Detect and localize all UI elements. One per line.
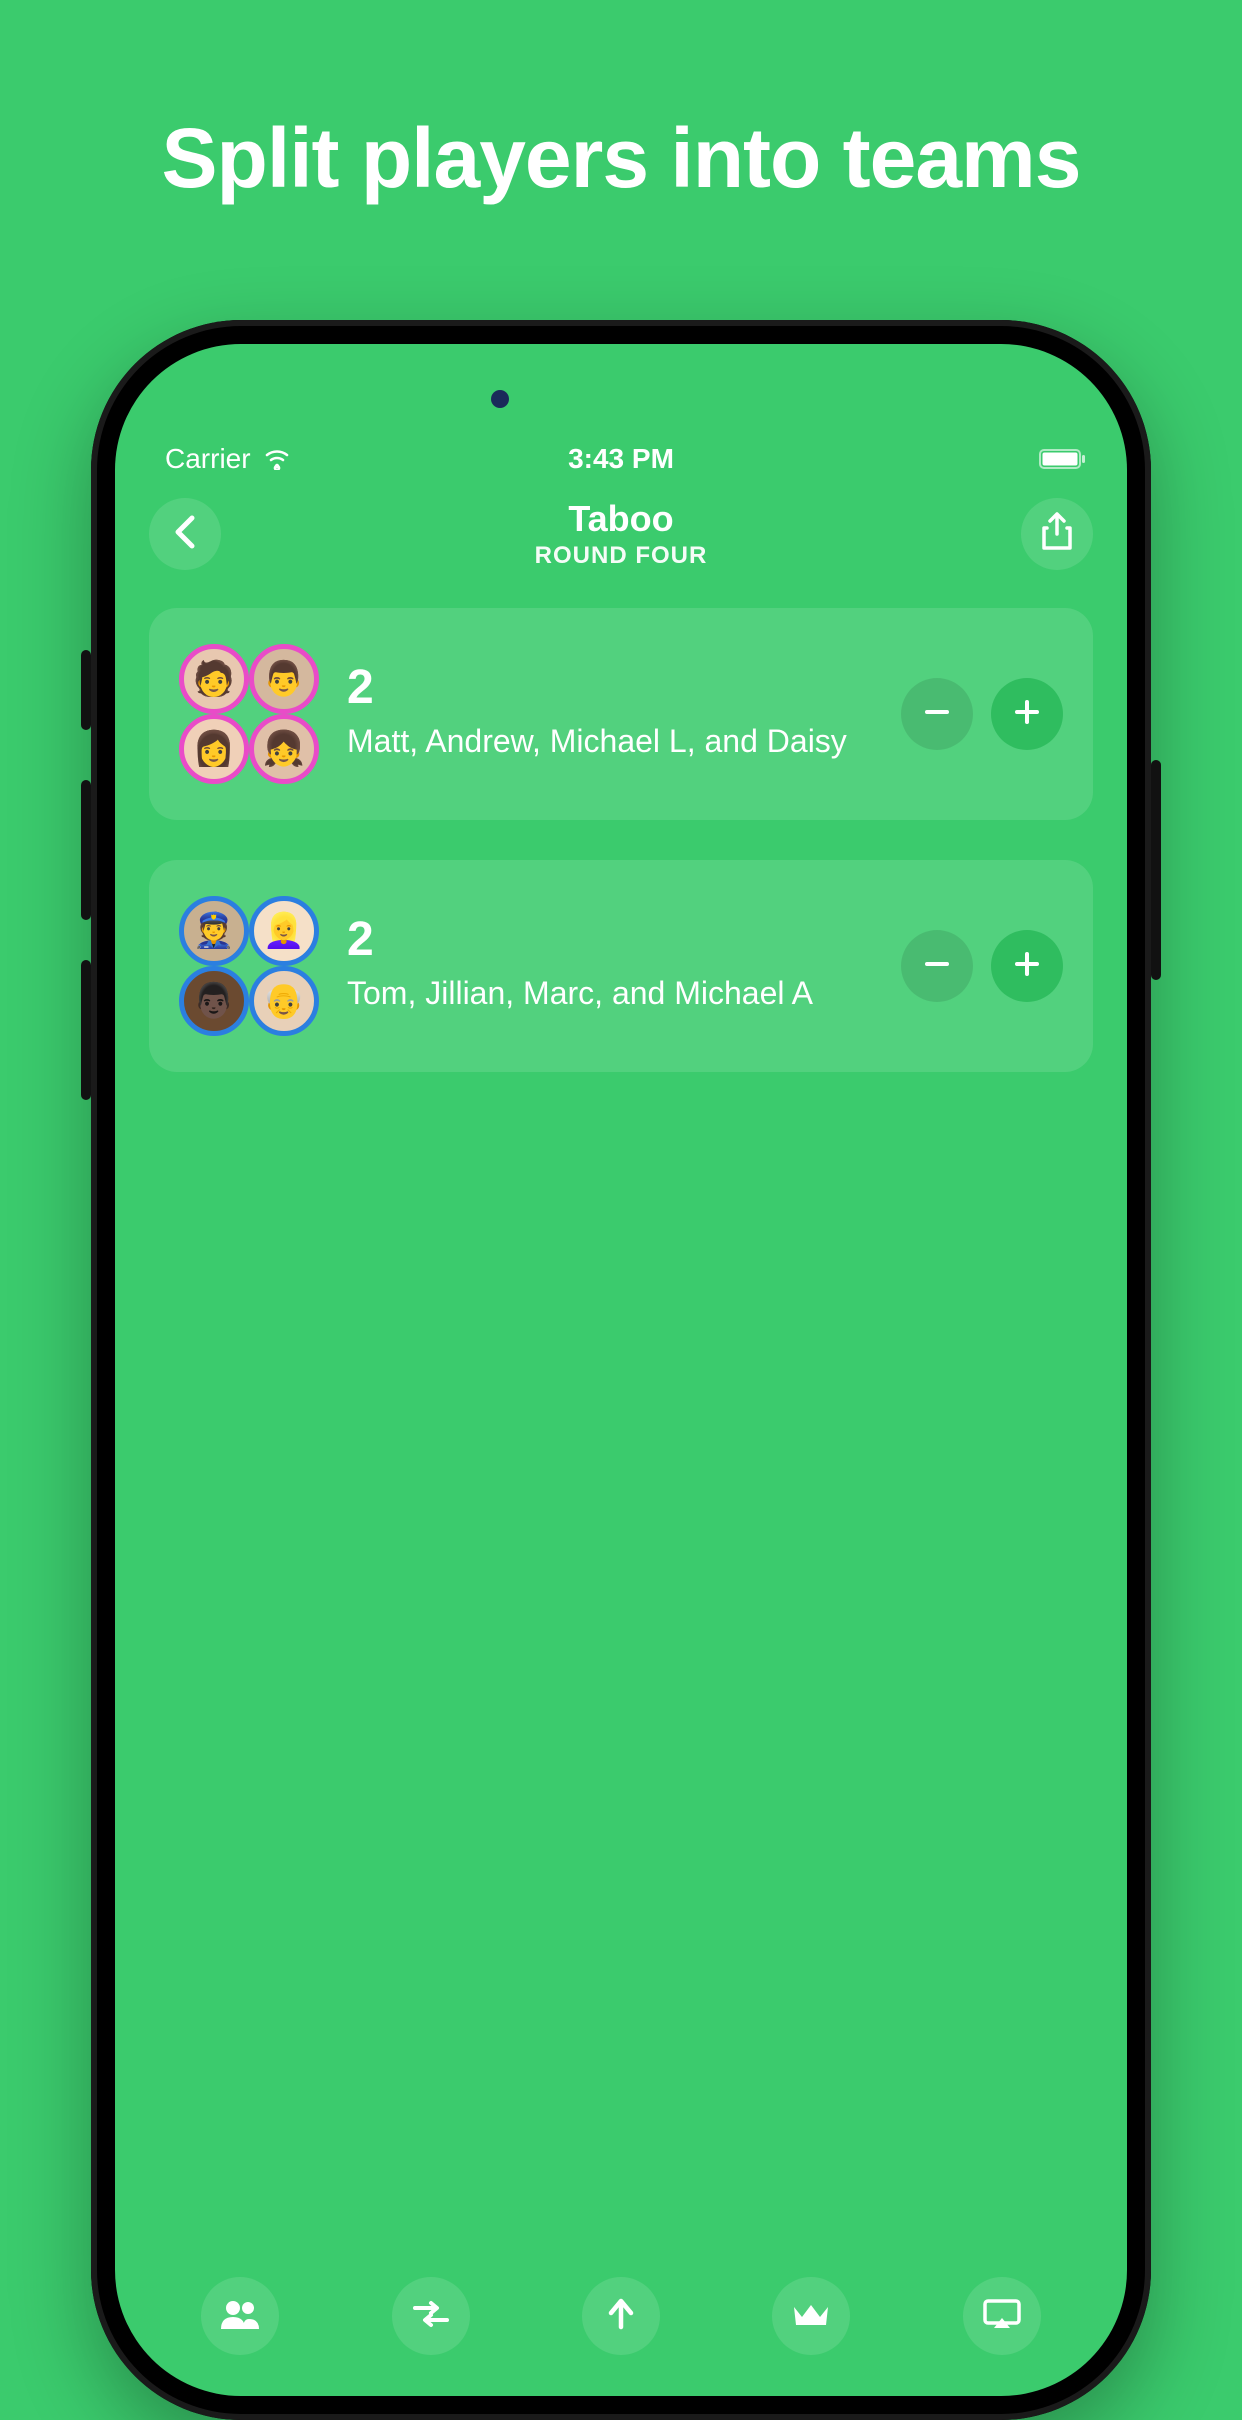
- increment-button[interactable]: [991, 930, 1063, 1002]
- phone-silence-switch: [81, 650, 91, 730]
- team-info: 2 Tom, Jillian, Marc, and Michael A: [347, 916, 873, 1015]
- score-controls: [901, 678, 1063, 750]
- status-bar: Carrier 3:43 PM: [115, 434, 1127, 484]
- team-score: 2: [347, 664, 873, 712]
- players-button[interactable]: [201, 2277, 279, 2355]
- navbar: Taboo ROUND FOUR: [115, 484, 1127, 590]
- avatar: 👧: [249, 714, 319, 784]
- team-card[interactable]: 👮 👱‍♀️ 👨🏿 👴 2 Tom, Jillian, Marc, and Mi…: [149, 860, 1093, 1072]
- team-members: Matt, Andrew, Michael L, and Daisy: [347, 720, 873, 763]
- avatar: 🧑: [179, 644, 249, 714]
- minus-icon: [922, 697, 952, 732]
- phone-volume-up: [81, 780, 91, 920]
- airplay-button[interactable]: [963, 2277, 1041, 2355]
- share-icon: [1040, 512, 1074, 557]
- nav-title-group: Taboo ROUND FOUR: [535, 498, 708, 570]
- shuffle-button[interactable]: [392, 2277, 470, 2355]
- avatar: 👱‍♀️: [249, 896, 319, 966]
- avatar: 👴: [249, 966, 319, 1036]
- team-info: 2 Matt, Andrew, Michael L, and Daisy: [347, 664, 873, 763]
- share-button[interactable]: [1021, 498, 1093, 570]
- team-score: 2: [347, 916, 873, 964]
- increment-button[interactable]: [991, 678, 1063, 750]
- phone-frame: Carrier 3:43 PM Taboo ROUND FOUR: [91, 320, 1151, 2420]
- carrier-label: Carrier: [165, 443, 251, 475]
- avatar: 👮: [179, 896, 249, 966]
- avatar: 👩: [179, 714, 249, 784]
- avatar: 👨: [249, 644, 319, 714]
- promo-headline: Split players into teams: [0, 0, 1242, 207]
- status-left: Carrier: [165, 443, 291, 475]
- chevron-left-icon: [172, 514, 198, 555]
- phone-power-button: [1151, 760, 1161, 980]
- phone-screen: Carrier 3:43 PM Taboo ROUND FOUR: [115, 344, 1127, 2396]
- back-button[interactable]: [149, 498, 221, 570]
- score-controls: [901, 930, 1063, 1002]
- people-icon: [219, 2299, 261, 2334]
- plus-icon: [1012, 697, 1042, 732]
- teams-list: 🧑 👨 👩 👧 2 Matt, Andrew, Michael L, and D…: [115, 590, 1127, 1072]
- phone-volume-down: [81, 960, 91, 1100]
- airplay-icon: [982, 2298, 1022, 2335]
- team-avatars: 🧑 👨 👩 👧: [179, 644, 319, 784]
- team-card[interactable]: 🧑 👨 👩 👧 2 Matt, Andrew, Michael L, and D…: [149, 608, 1093, 820]
- team-avatars: 👮 👱‍♀️ 👨🏿 👴: [179, 896, 319, 1036]
- status-right: [1039, 448, 1087, 470]
- minus-icon: [922, 949, 952, 984]
- winner-button[interactable]: [772, 2277, 850, 2355]
- shuffle-icon: [411, 2298, 451, 2335]
- status-time: 3:43 PM: [568, 443, 674, 475]
- battery-icon: [1039, 448, 1087, 470]
- decrement-button[interactable]: [901, 678, 973, 750]
- wifi-icon: [263, 448, 291, 470]
- crown-icon: [790, 2299, 832, 2334]
- bottom-toolbar: [115, 2266, 1127, 2396]
- decrement-button[interactable]: [901, 930, 973, 1002]
- team-members: Tom, Jillian, Marc, and Michael A: [347, 972, 873, 1015]
- plus-icon: [1012, 949, 1042, 984]
- up-arrow-icon: [607, 2297, 635, 2336]
- nav-subtitle: ROUND FOUR: [535, 542, 708, 570]
- avatar: 👨🏿: [179, 966, 249, 1036]
- nav-title: Taboo: [535, 498, 708, 540]
- up-button[interactable]: [582, 2277, 660, 2355]
